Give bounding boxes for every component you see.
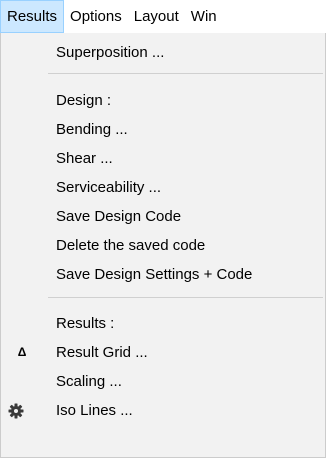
menu-item-save-design-settings[interactable]: Save Design Settings + Code	[1, 259, 325, 290]
delta-icon: Δ	[17, 345, 27, 359]
menu-layout[interactable]: Layout	[128, 0, 185, 33]
menu-item-label: Delete the saved code	[56, 237, 206, 254]
menu-header-label: Design :	[56, 92, 112, 109]
menu-separator	[48, 297, 323, 298]
menu-item-label: Scaling ...	[56, 373, 122, 390]
menu-options[interactable]: Options	[64, 0, 128, 33]
menu-item-label: Shear ...	[56, 150, 113, 167]
gear-icon	[1, 395, 47, 426]
menu-item-label: Result Grid ...	[56, 344, 148, 361]
results-dropdown-menu: Superposition ... Design : Bending ... S…	[0, 33, 326, 458]
menu-separator	[48, 73, 323, 74]
menu-header-results: Results :	[1, 308, 325, 339]
menu-bar: Results Options Layout Win	[0, 0, 328, 33]
menu-item-superposition[interactable]: Superposition ...	[1, 37, 325, 68]
menu-header-label: Results :	[56, 315, 115, 332]
menu-header-design: Design :	[1, 85, 325, 116]
menu-item-label: Iso Lines ...	[56, 402, 133, 419]
menu-item-result-grid[interactable]: Δ Result Grid ...	[1, 337, 325, 368]
menu-item-shear[interactable]: Shear ...	[1, 143, 325, 174]
menu-item-save-design-code[interactable]: Save Design Code	[1, 201, 325, 232]
menu-window[interactable]: Win	[185, 0, 223, 33]
menu-item-label: Superposition ...	[56, 44, 165, 61]
menu-item-iso-lines[interactable]: Iso Lines ...	[1, 395, 325, 426]
menu-item-label: Serviceability ...	[56, 179, 162, 196]
menu-item-label: Bending ...	[56, 121, 128, 138]
menu-item-scaling[interactable]: Scaling ...	[1, 366, 325, 397]
menu-results[interactable]: Results	[0, 0, 65, 33]
menu-item-bending[interactable]: Bending ...	[1, 114, 325, 145]
menu-item-serviceability[interactable]: Serviceability ...	[1, 172, 325, 203]
menu-item-label: Save Design Code	[56, 208, 182, 225]
menu-item-label: Save Design Settings + Code	[56, 266, 253, 283]
menu-item-delete-saved-code[interactable]: Delete the saved code	[1, 230, 325, 261]
